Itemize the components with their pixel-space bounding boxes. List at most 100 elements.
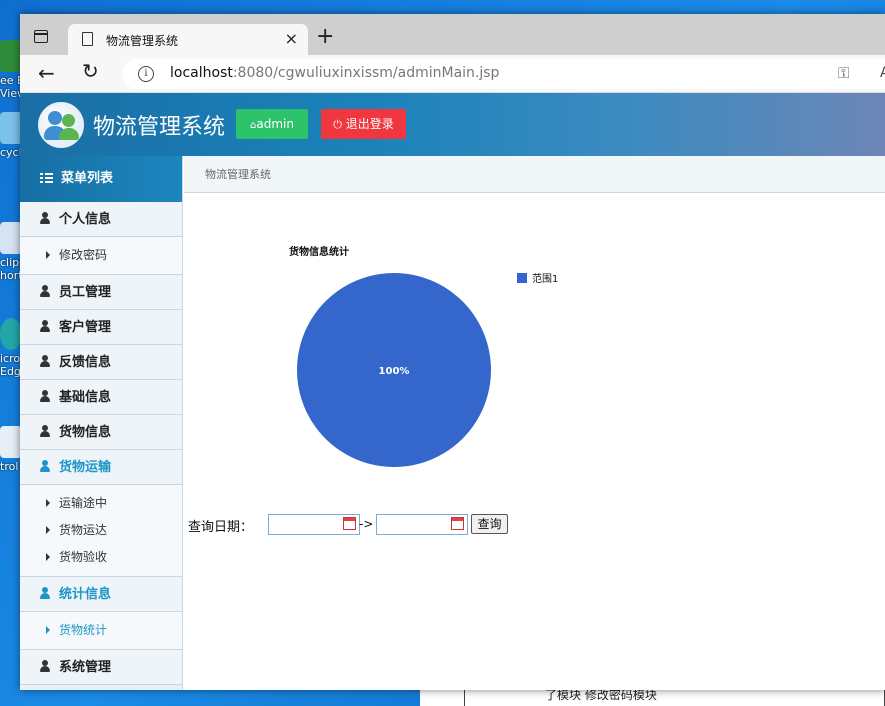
sidebar-item-in-transit[interactable]: 运输途中 <box>20 490 182 517</box>
breadcrumb: 物流管理系统 <box>184 156 885 193</box>
calendar-icon[interactable] <box>343 517 356 530</box>
sidebar-section-goods[interactable]: 货物信息 <box>20 415 182 450</box>
chart-title: 货物信息统计 <box>289 245 349 258</box>
date-query-form: 查询日期： -> 查询 <box>188 514 788 536</box>
page-icon <box>82 32 93 46</box>
caret-right-icon <box>46 499 50 507</box>
logout-button[interactable]: ⏻ 退出登录 <box>321 109 406 139</box>
url-host: localhost <box>170 65 233 81</box>
recycle-bin-icon <box>0 112 22 144</box>
admin-label: admin <box>256 117 294 131</box>
legend-label: 范围1 <box>532 272 558 285</box>
sidebar-submenu-statistics: 货物统计 <box>20 612 182 650</box>
app-icon <box>0 40 22 72</box>
caret-right-icon <box>46 626 50 634</box>
sidebar: 菜单列表 个人信息 修改密码 员工管理 客户管理 反馈信息 基础信息 货物信息 … <box>20 156 183 690</box>
edge-icon <box>0 318 22 350</box>
user-icon <box>40 460 50 472</box>
desktop-icon-recycle[interactable]: cycl <box>0 112 22 159</box>
desktop-icon-label: cycl <box>0 146 22 159</box>
sidebar-section-label: 系统管理 <box>59 660 112 675</box>
sidebar-heading-label: 菜单列表 <box>61 171 114 186</box>
sidebar-item-label: 货物验收 <box>59 550 108 564</box>
reload-icon[interactable]: ↻ <box>82 59 99 83</box>
sidebar-item-label: 修改密码 <box>59 248 108 262</box>
caret-right-icon <box>46 251 50 259</box>
tab-bar: 物流管理系统 × + <box>20 14 885 55</box>
sidebar-section-label: 个人信息 <box>59 212 112 227</box>
desktop-icon-label: trol <box>0 460 19 473</box>
sidebar-section-label: 货物信息 <box>59 425 112 440</box>
sidebar-item-label: 货物运达 <box>59 523 108 537</box>
power-icon: ⏻ <box>333 118 342 131</box>
desktop-icon-label: icro Edg <box>0 352 21 378</box>
url-path: :8080/cgwuliuxinxissm/adminMain.jsp <box>232 65 500 81</box>
sidebar-heading: 菜单列表 <box>20 156 182 202</box>
user-icon <box>40 425 50 437</box>
date-range-separator: -> <box>359 517 374 531</box>
desktop-icon-eclipse[interactable]: clips hort <box>0 222 22 282</box>
url-field[interactable]: i localhost:8080/cgwuliuxinxissm/adminMa… <box>122 59 885 89</box>
query-button[interactable]: 查询 <box>471 514 508 534</box>
read-aloud-icon[interactable]: A <box>880 65 885 81</box>
new-tab-icon[interactable]: + <box>316 24 334 49</box>
app-title: 物流管理系统 <box>93 115 226 140</box>
sidebar-section-basic-info[interactable]: 基础信息 <box>20 380 182 415</box>
sidebar-section-statistics[interactable]: 统计信息 <box>20 577 182 612</box>
sidebar-section-label: 反馈信息 <box>59 355 112 370</box>
caret-right-icon <box>46 553 50 561</box>
pie-slice-label: 100% <box>379 366 410 377</box>
password-key-icon[interactable]: ⚿ <box>838 64 849 82</box>
tab-actions-icon[interactable] <box>34 30 48 43</box>
calendar-icon[interactable] <box>451 517 464 530</box>
sidebar-item-label: 运输途中 <box>59 496 108 510</box>
sidebar-section-personal[interactable]: 个人信息 <box>20 202 182 237</box>
eclipse-icon <box>0 222 22 254</box>
sidebar-section-system[interactable]: 系统管理 <box>20 650 182 685</box>
close-tab-icon[interactable]: × <box>285 29 298 48</box>
sidebar-submenu-personal: 修改密码 <box>20 237 182 275</box>
browser-window: 物流管理系统 × + ← ↻ i localhost:8080/cgwuliux… <box>20 14 885 690</box>
sidebar-section-label: 货物运输 <box>59 460 112 475</box>
desktop-icon-edge[interactable]: icro Edg <box>0 318 22 378</box>
sidebar-section-customers[interactable]: 客户管理 <box>20 310 182 345</box>
legend-swatch <box>517 273 527 283</box>
tab-active[interactable]: 物流管理系统 × <box>68 24 308 55</box>
logout-label: 退出登录 <box>345 117 394 131</box>
logo-icon <box>38 102 84 148</box>
back-icon[interactable]: ← <box>38 61 55 85</box>
sidebar-section-label: 员工管理 <box>59 285 112 300</box>
sidebar-item-inspection[interactable]: 货物验收 <box>20 544 182 571</box>
list-icon <box>40 173 53 183</box>
user-icon <box>40 390 50 402</box>
desktop-icon-label: ee E View <box>0 74 22 100</box>
sidebar-section-feedback[interactable]: 反馈信息 <box>20 345 182 380</box>
user-icon <box>40 285 50 297</box>
user-icon <box>40 320 50 332</box>
sidebar-item-change-password[interactable]: 修改密码 <box>20 242 182 269</box>
caret-right-icon <box>46 526 50 534</box>
sidebar-submenu-transport: 运输途中 货物运达 货物验收 <box>20 485 182 577</box>
desktop-icon-control[interactable]: trol <box>0 426 22 473</box>
query-date-label: 查询日期： <box>188 520 254 535</box>
sidebar-item-arrived[interactable]: 货物运达 <box>20 517 182 544</box>
control-panel-icon <box>0 426 22 458</box>
desktop-icon-label: clips hort <box>0 256 22 282</box>
sidebar-section-label: 客户管理 <box>59 320 112 335</box>
sidebar-item-goods-stats[interactable]: 货物统计 <box>20 617 182 644</box>
app-header: 物流管理系统 ⌂admin ⏻ 退出登录 <box>20 93 885 156</box>
sidebar-section-transport[interactable]: 货物运输 <box>20 450 182 485</box>
admin-button[interactable]: ⌂admin <box>236 109 308 139</box>
sidebar-section-label: 基础信息 <box>59 390 112 405</box>
address-bar: ← ↻ i localhost:8080/cgwuliuxinxissm/adm… <box>20 55 885 93</box>
sidebar-section-employees[interactable]: 员工管理 <box>20 275 182 310</box>
url-text: localhost:8080/cgwuliuxinxissm/adminMain… <box>170 65 499 81</box>
desktop-icon-1[interactable]: ee E View <box>0 40 22 100</box>
user-icon <box>40 212 50 224</box>
user-icon <box>40 660 50 672</box>
site-info-icon[interactable]: i <box>138 66 154 82</box>
user-icon <box>40 587 50 599</box>
sidebar-section-label: 统计信息 <box>59 587 112 602</box>
tab-title: 物流管理系统 <box>106 34 179 48</box>
user-icon <box>40 355 50 367</box>
